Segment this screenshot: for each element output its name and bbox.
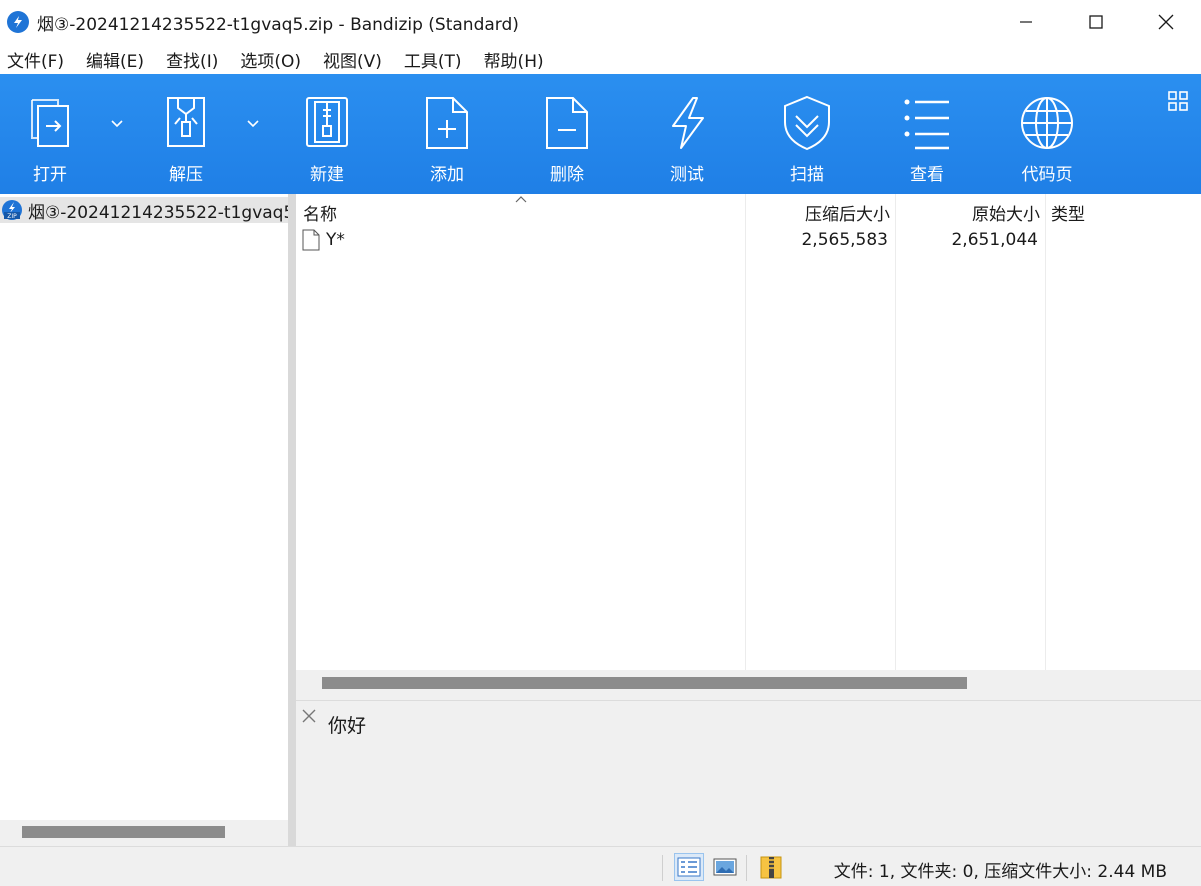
status-separator xyxy=(662,855,663,881)
archive-summary: 文件: 1, 文件夹: 0, 压缩文件大小: 2.44 MB xyxy=(833,862,1167,882)
archive-comment-text: 你好 xyxy=(328,715,367,737)
open-icon xyxy=(22,94,78,152)
menu-find[interactable]: 查找(I) xyxy=(159,47,225,72)
pane-splitter[interactable] xyxy=(288,194,296,846)
delete-button[interactable]: 删除 xyxy=(517,74,617,194)
comment-panel: 你好 xyxy=(296,700,1201,846)
layout-toggle-button[interactable] xyxy=(1167,90,1189,112)
test-label: 测试 xyxy=(670,165,704,185)
close-icon xyxy=(1158,14,1174,30)
delete-file-icon xyxy=(539,94,595,152)
menu-bar: 文件(F) 编辑(E) 查找(I) 选项(O) 视图(V) 工具(T) 帮助(H… xyxy=(0,44,1201,74)
status-separator xyxy=(746,855,747,881)
preview-pane-button[interactable] xyxy=(710,853,740,881)
add-button[interactable]: 添加 xyxy=(397,74,497,194)
minimize-button[interactable] xyxy=(991,0,1061,44)
open-label: 打开 xyxy=(33,165,67,185)
close-button[interactable] xyxy=(1131,0,1201,44)
shield-icon xyxy=(779,94,835,152)
open-button[interactable]: 打开 xyxy=(0,74,100,194)
svg-text:ZIP: ZIP xyxy=(7,213,17,220)
codepage-label: 代码页 xyxy=(1021,165,1073,185)
codepage-button[interactable]: 代码页 xyxy=(997,74,1097,194)
scan-button[interactable]: 扫描 xyxy=(757,74,857,194)
file-name: Y* xyxy=(326,230,345,250)
globe-icon xyxy=(1019,94,1075,152)
sort-ascending-icon xyxy=(515,196,527,203)
test-button[interactable]: 测试 xyxy=(637,74,737,194)
view-label: 查看 xyxy=(910,165,944,185)
file-icon xyxy=(302,229,320,251)
zip-archive-icon: ZIP xyxy=(2,200,22,220)
column-header-original-size[interactable]: 原始大小 xyxy=(972,200,1040,225)
extract-button[interactable]: 解压 xyxy=(136,74,236,194)
status-bar: 文件: 1, 文件夹: 0, 压缩文件大小: 2.44 MB xyxy=(0,846,1201,886)
menu-view[interactable]: 视图(V) xyxy=(316,47,389,72)
scan-label: 扫描 xyxy=(790,165,824,185)
add-file-icon xyxy=(419,94,475,152)
column-separator[interactable] xyxy=(745,194,746,670)
title-bar: 烟③-20241214235522-t1gvaq5.zip - Bandizip… xyxy=(0,0,1201,44)
column-header-compressed-size[interactable]: 压缩后大小 xyxy=(805,200,890,225)
extract-icon xyxy=(158,94,214,152)
menu-edit[interactable]: 编辑(E) xyxy=(79,47,151,72)
grid-icon xyxy=(1168,91,1188,111)
folder-tree: ZIP 烟③-20241214235522-t1gvaq5.zip xyxy=(0,194,288,846)
maximize-button[interactable] xyxy=(1061,0,1131,44)
menu-options[interactable]: 选项(O) xyxy=(233,47,308,72)
file-original-size: 2,651,044 xyxy=(951,230,1038,250)
zip-folder-icon xyxy=(760,856,782,879)
add-label: 添加 xyxy=(430,165,464,185)
maximize-icon xyxy=(1089,15,1103,29)
tree-item-label: 烟③-20241214235522-t1gvaq5.zip xyxy=(28,202,288,223)
delete-label: 删除 xyxy=(550,165,584,185)
minimize-icon xyxy=(1020,21,1032,23)
menu-file[interactable]: 文件(F) xyxy=(0,47,71,72)
lightning-icon xyxy=(659,94,715,152)
chevron-down-icon xyxy=(247,120,259,128)
window-title: 烟③-20241214235522-t1gvaq5.zip - Bandizip… xyxy=(37,14,519,35)
file-list: 名称 压缩后大小 原始大小 类型 Y* 2,565,583 2,651,044 xyxy=(296,194,1201,670)
new-button[interactable]: 新建 xyxy=(277,74,377,194)
details-view-icon xyxy=(677,857,701,877)
new-label: 新建 xyxy=(310,165,344,185)
archive-info-button[interactable] xyxy=(756,853,786,881)
file-compressed-size: 2,565,583 xyxy=(801,230,888,250)
table-row[interactable]: Y* 2,565,583 2,651,044 xyxy=(296,228,1201,254)
details-view-button[interactable] xyxy=(674,853,704,881)
close-icon[interactable] xyxy=(302,709,316,723)
toolbar: 打开 解压 新建 添加 删除 测试 扫描 查看 代码页 xyxy=(0,74,1201,194)
column-header-type[interactable]: 类型 xyxy=(1051,200,1085,225)
extract-label: 解压 xyxy=(169,165,203,185)
list-view-icon xyxy=(899,94,955,152)
menu-tools[interactable]: 工具(T) xyxy=(397,47,469,72)
column-separator[interactable] xyxy=(895,194,896,670)
open-dropdown[interactable] xyxy=(107,114,127,134)
column-header-name[interactable]: 名称 xyxy=(303,200,337,225)
column-separator[interactable] xyxy=(1045,194,1046,670)
tree-item-archive-root[interactable]: ZIP 烟③-20241214235522-t1gvaq5.zip xyxy=(0,197,288,223)
view-button[interactable]: 查看 xyxy=(877,74,977,194)
chevron-down-icon xyxy=(111,120,123,128)
image-preview-icon xyxy=(713,858,737,876)
new-archive-icon xyxy=(299,94,355,152)
bandizip-app-icon xyxy=(7,11,29,33)
file-list-scrollbar-thumb[interactable] xyxy=(322,677,967,689)
tree-scrollbar-thumb[interactable] xyxy=(22,826,225,838)
menu-help[interactable]: 帮助(H) xyxy=(477,47,551,72)
extract-dropdown[interactable] xyxy=(243,114,263,134)
